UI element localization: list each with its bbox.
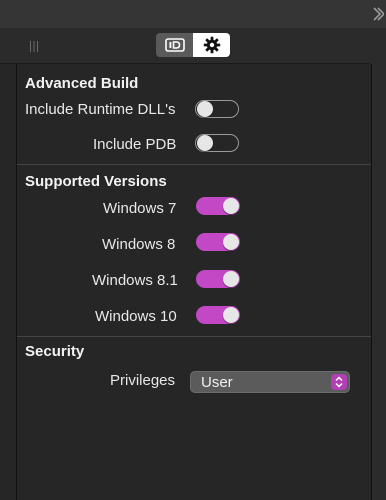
right-gutter	[370, 28, 386, 500]
toggle-knob	[223, 307, 239, 323]
include-pdb-toggle[interactable]	[195, 134, 239, 152]
toggle-knob	[197, 101, 213, 117]
windows-7-label: Windows 7	[103, 200, 177, 217]
advanced-build-section: Advanced Build Include Runtime DLL's Inc…	[17, 64, 371, 164]
window-title-bar	[0, 0, 386, 29]
inspector-panel: Advanced Build Include Runtime DLL's Inc…	[16, 64, 372, 500]
include-pdb-label: Include PDB	[93, 136, 177, 153]
inspector-toolbar	[0, 28, 386, 64]
gear-icon	[203, 36, 220, 54]
privileges-select[interactable]: User	[190, 371, 350, 393]
toggle-knob	[223, 198, 239, 214]
toggle-knob	[223, 234, 239, 250]
identity-tab[interactable]	[156, 33, 193, 57]
chevron-right-icon[interactable]	[372, 6, 384, 22]
section-title: Supported Versions	[25, 173, 167, 190]
supported-versions-section: Supported Versions Windows 7 Windows 8 W…	[17, 164, 371, 336]
runtime-dlls-label: Include Runtime DLL's	[25, 101, 176, 118]
privileges-label: Privileges	[110, 372, 176, 389]
security-section: Security Privileges User	[17, 336, 371, 416]
windows-8-toggle[interactable]	[196, 233, 240, 251]
privileges-value: User	[201, 374, 233, 391]
windows-10-label: Windows 10	[95, 308, 177, 325]
id-card-icon	[164, 38, 185, 52]
toggle-knob	[223, 271, 239, 287]
windows-7-toggle[interactable]	[196, 197, 240, 215]
settings-tab[interactable]	[193, 33, 230, 57]
runtime-dlls-toggle[interactable]	[195, 100, 239, 118]
divider	[17, 164, 371, 165]
up-down-arrows-icon	[331, 374, 347, 390]
divider	[17, 336, 371, 337]
windows-8-1-label: Windows 8.1	[92, 272, 178, 289]
section-title: Advanced Build	[25, 75, 139, 92]
section-title: Security	[25, 343, 85, 360]
inspector-segmented-control	[156, 33, 230, 57]
toggle-knob	[197, 135, 213, 151]
windows-8-1-toggle[interactable]	[196, 270, 240, 288]
windows-10-toggle[interactable]	[196, 306, 240, 324]
grip-icon[interactable]	[29, 41, 39, 52]
windows-8-label: Windows 8	[102, 236, 176, 253]
